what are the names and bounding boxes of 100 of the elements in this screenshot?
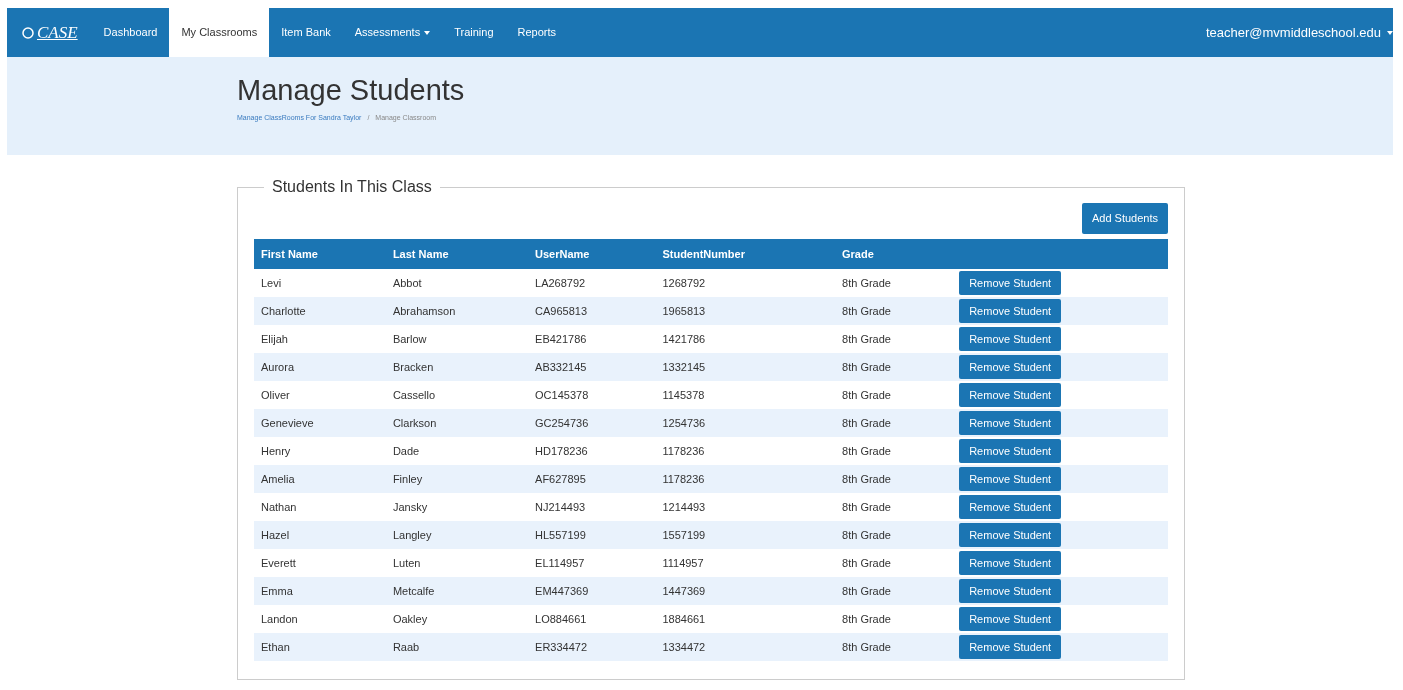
table-cell: 1421786 [655, 325, 836, 353]
remove-student-button[interactable]: Remove Student [959, 466, 1062, 492]
table-cell: Landon [254, 605, 386, 633]
table-cell: Abrahamson [385, 297, 529, 325]
table-cell: 8th Grade [835, 381, 953, 409]
table-cell: Oliver [254, 381, 386, 409]
remove-student-button[interactable]: Remove Student [959, 382, 1062, 408]
table-cell: EL114957 [528, 549, 656, 577]
table-cell: EM447369 [528, 577, 656, 605]
table-cell: 8th Grade [835, 465, 953, 493]
table-cell: Metcalfe [385, 577, 529, 605]
remove-student-button[interactable]: Remove Student [959, 606, 1062, 632]
table-cell: 1965813 [655, 297, 836, 325]
table-cell: 1268792 [655, 269, 836, 297]
table-cell: Aurora [254, 353, 386, 381]
table-cell: 8th Grade [835, 437, 953, 465]
table-cell: Nathan [254, 493, 386, 521]
table-cell: 1332145 [655, 353, 836, 381]
table-cell: 8th Grade [835, 325, 953, 353]
table-cell: Levi [254, 269, 386, 297]
remove-student-button[interactable]: Remove Student [959, 438, 1062, 464]
nav-tab[interactable]: Dashboard [91, 8, 170, 57]
nav-tab[interactable]: Assessments [342, 8, 443, 57]
remove-student-button[interactable]: Remove Student [959, 298, 1062, 324]
column-header: StudentNumber [655, 238, 836, 269]
table-cell: 1114957 [655, 549, 836, 577]
table-cell: Oakley [385, 605, 529, 633]
table-cell: Henry [254, 437, 386, 465]
table-cell: Charlotte [254, 297, 386, 325]
table-cell: 1557199 [655, 521, 836, 549]
table-cell: Clarkson [385, 409, 529, 437]
table-cell: HL557199 [528, 521, 656, 549]
nav-tab[interactable]: Training [442, 8, 506, 57]
user-menu[interactable]: teacher@mvmiddleschool.edu [1205, 8, 1393, 57]
table-cell: OC145378 [528, 381, 656, 409]
table-cell: GC254736 [528, 409, 656, 437]
table-cell: 1145378 [655, 381, 836, 409]
caret-icon [1387, 30, 1393, 35]
table-cell: 1334472 [655, 633, 836, 661]
table-cell: Abbot [385, 269, 529, 297]
table-cell: AB332145 [528, 353, 656, 381]
table-cell: Dade [385, 437, 529, 465]
remove-student-button[interactable]: Remove Student [959, 270, 1062, 296]
table-cell: 8th Grade [835, 577, 953, 605]
table-cell: Genevieve [254, 409, 386, 437]
table-cell: 1214493 [655, 493, 836, 521]
table-cell: 8th Grade [835, 353, 953, 381]
table-cell: 8th Grade [835, 605, 953, 633]
table-cell: 8th Grade [835, 521, 953, 549]
table-cell: 8th Grade [835, 633, 953, 661]
table-cell: Langley [385, 521, 529, 549]
table-cell: 8th Grade [835, 297, 953, 325]
table-cell: CA965813 [528, 297, 656, 325]
table-cell: 8th Grade [835, 493, 953, 521]
remove-student-button[interactable]: Remove Student [959, 410, 1062, 436]
remove-student-button[interactable]: Remove Student [959, 522, 1062, 548]
column-header: UserName [528, 238, 656, 269]
remove-student-button[interactable]: Remove Student [959, 578, 1062, 604]
column-header: Last Name [385, 238, 529, 269]
table-cell: Finley [385, 465, 529, 493]
table-cell: 1178236 [655, 437, 836, 465]
page-title: Manage Students [237, 75, 466, 107]
table-cell: Amelia [254, 465, 386, 493]
remove-student-button[interactable]: Remove Student [959, 550, 1062, 576]
table-cell: Barlow [385, 325, 529, 353]
table-cell: 8th Grade [835, 269, 953, 297]
table-cell: Emma [254, 577, 386, 605]
table-cell: LA268792 [528, 269, 656, 297]
column-header: Grade [835, 238, 953, 269]
table-cell: HD178236 [528, 437, 656, 465]
brand-logo[interactable]: CASE [7, 8, 92, 57]
table-cell: Hazel [254, 521, 386, 549]
remove-student-button[interactable]: Remove Student [959, 326, 1062, 352]
table-cell: EB421786 [528, 325, 656, 353]
table-cell: 1447369 [655, 577, 836, 605]
table-cell: Luten [385, 549, 529, 577]
table-cell: NJ214493 [528, 493, 656, 521]
column-header: First Name [254, 238, 386, 269]
table-cell: Jansky [385, 493, 529, 521]
table-cell: 1178236 [655, 465, 836, 493]
table-cell: Cassello [385, 381, 529, 409]
table-cell: 8th Grade [835, 409, 953, 437]
table-cell: Elijah [254, 325, 386, 353]
remove-student-button[interactable]: Remove Student [959, 354, 1062, 380]
table-cell: 1884661 [655, 605, 836, 633]
nav-tab[interactable]: Item Bank [269, 8, 343, 57]
table-cell: Everett [254, 549, 386, 577]
table-cell: Raab [385, 633, 529, 661]
table-cell: Ethan [254, 633, 386, 661]
table-cell: Bracken [385, 353, 529, 381]
table-cell: AF627895 [528, 465, 656, 493]
nav-tab[interactable]: Reports [505, 8, 569, 57]
table-cell: 8th Grade [835, 549, 953, 577]
nav-tab[interactable]: My Classrooms [169, 8, 270, 57]
table-cell: ER334472 [528, 633, 656, 661]
remove-student-button[interactable]: Remove Student [959, 494, 1062, 520]
table-cell: LO884661 [528, 605, 656, 633]
remove-student-button[interactable]: Remove Student [959, 634, 1062, 660]
add-students-button[interactable]: Add Students [1081, 203, 1168, 234]
table-cell: 1254736 [655, 409, 836, 437]
